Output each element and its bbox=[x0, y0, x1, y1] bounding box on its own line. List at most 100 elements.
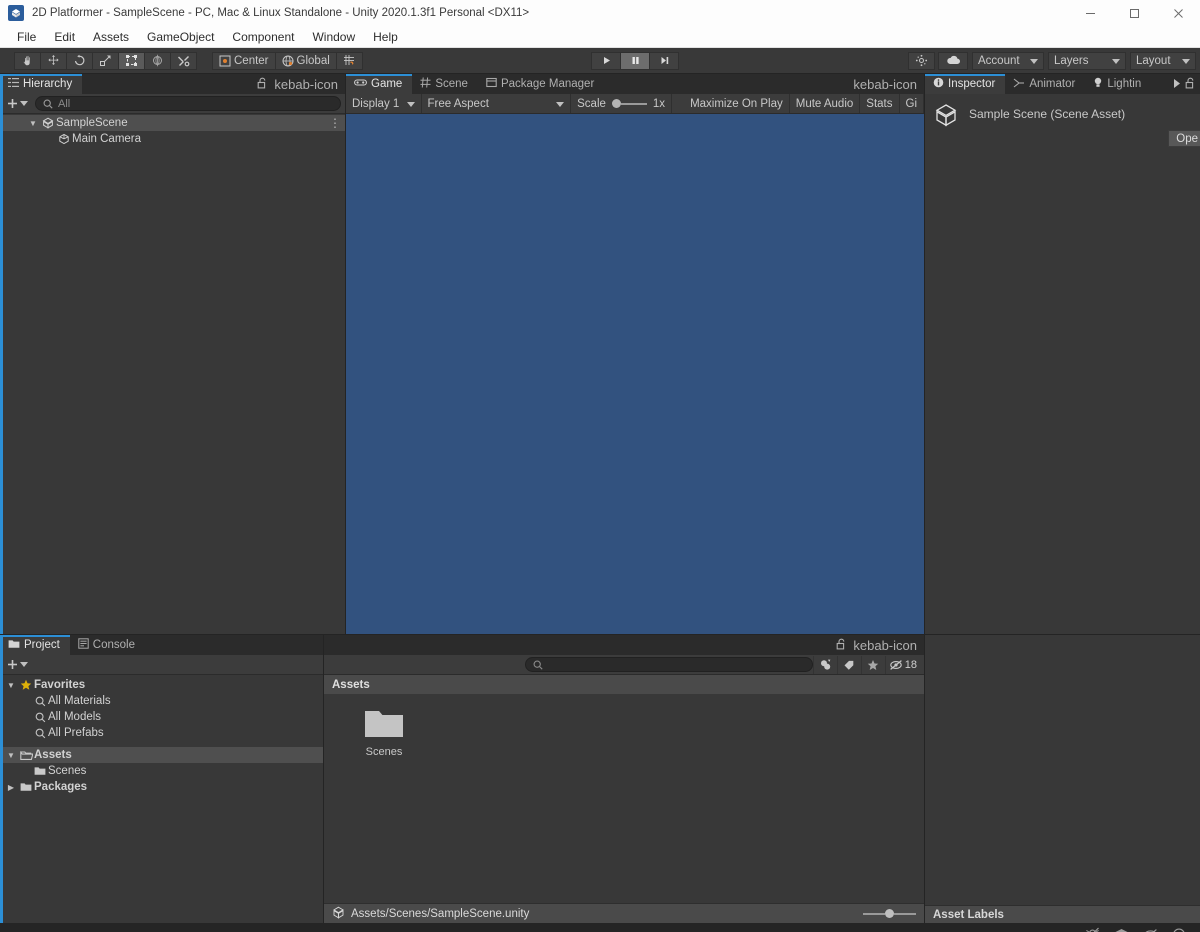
tab-scene[interactable]: Scene bbox=[412, 74, 478, 94]
asset-zoom-knob[interactable] bbox=[885, 909, 894, 918]
menu-window[interactable]: Window bbox=[303, 28, 364, 46]
maximize-icon[interactable] bbox=[1112, 0, 1156, 26]
tab-package-manager[interactable]: Package Manager bbox=[477, 74, 605, 94]
filter-by-label-icon[interactable] bbox=[836, 655, 861, 674]
account-label: Account bbox=[978, 54, 1020, 67]
menu-edit[interactable]: Edit bbox=[45, 28, 84, 46]
project-add-button[interactable] bbox=[4, 659, 31, 670]
hierarchy-row-samplescene[interactable]: ▼ SampleScene ⋮ bbox=[0, 115, 345, 131]
lock-open-icon[interactable] bbox=[257, 77, 268, 92]
asset-zoom-track[interactable] bbox=[863, 912, 885, 915]
hierarchy-row-menu-icon[interactable]: ⋮ bbox=[329, 116, 341, 130]
layout-dropdown[interactable]: Layout bbox=[1130, 51, 1196, 70]
scale-slider-knob[interactable] bbox=[611, 99, 621, 108]
expand-arrow-icon[interactable]: ▶ bbox=[4, 783, 18, 792]
game-menu-icon[interactable]: kebab-icon bbox=[853, 78, 917, 91]
hierarchy-search-input[interactable]: All bbox=[35, 96, 341, 111]
asset-zoom-slider[interactable] bbox=[863, 909, 916, 918]
step-button[interactable] bbox=[649, 51, 680, 70]
collab-gizmo-button[interactable] bbox=[908, 51, 935, 70]
aspect-dropdown[interactable]: Free Aspect bbox=[422, 94, 572, 113]
project-tree-row-favorites[interactable]: ▼ Favorites bbox=[0, 677, 323, 693]
expand-arrow-icon[interactable]: ▼ bbox=[4, 751, 18, 760]
project-tree-row-all-materials[interactable]: All Materials bbox=[0, 693, 323, 709]
menu-component[interactable]: Component bbox=[223, 28, 303, 46]
hierarchy-menu-icon[interactable]: kebab-icon bbox=[274, 78, 338, 91]
asset-labels-header[interactable]: Asset Labels bbox=[925, 905, 1200, 923]
play-button[interactable] bbox=[591, 51, 622, 70]
favorites-star-icon[interactable] bbox=[860, 655, 885, 674]
hierarchy-row-maincamera[interactable]: Main Camera bbox=[0, 131, 345, 147]
cloud-services-button[interactable] bbox=[938, 51, 968, 70]
lock-open-icon[interactable] bbox=[1185, 77, 1196, 92]
grid-snap-button[interactable] bbox=[335, 51, 363, 70]
space-mode-button[interactable]: Global bbox=[274, 51, 337, 70]
layers-icon[interactable] bbox=[1114, 928, 1129, 932]
project-menu-icon[interactable]: kebab-icon bbox=[853, 639, 917, 652]
hierarchy-row-label: SampleScene bbox=[56, 117, 128, 129]
assets-grid[interactable]: Scenes bbox=[324, 694, 924, 903]
scale-tool-button[interactable] bbox=[92, 51, 119, 70]
asset-tile-scenes[interactable]: Scenes bbox=[346, 708, 422, 758]
layers-dropdown[interactable]: Layers bbox=[1048, 51, 1126, 70]
hierarchy-add-button[interactable] bbox=[4, 98, 31, 109]
circle-icon[interactable] bbox=[1172, 928, 1186, 932]
tab-console[interactable]: Console bbox=[69, 635, 145, 655]
tab-package-manager-label: Package Manager bbox=[500, 78, 595, 90]
menu-assets[interactable]: Assets bbox=[84, 28, 138, 46]
debug-off-icon[interactable] bbox=[1085, 927, 1100, 932]
project-tree-row-all-models[interactable]: All Models bbox=[0, 709, 323, 725]
assets-content-header: Assets bbox=[324, 675, 924, 694]
transform-tool-button[interactable] bbox=[144, 51, 171, 70]
move-tool-button[interactable] bbox=[40, 51, 67, 70]
close-icon[interactable] bbox=[1156, 0, 1200, 26]
project-content-column: kebab-icon 18 Assets Scenes Assets/Scene… bbox=[324, 635, 924, 923]
tab-project[interactable]: Project bbox=[0, 635, 70, 655]
pivot-mode-button[interactable]: Center bbox=[212, 51, 276, 70]
maximize-on-play-toggle[interactable]: Maximize On Play bbox=[684, 94, 790, 113]
expand-arrow-icon[interactable]: ▼ bbox=[4, 681, 18, 690]
project-tree-row-packages[interactable]: ▶ Packages bbox=[0, 779, 323, 795]
project-search-input[interactable] bbox=[524, 657, 813, 672]
account-dropdown[interactable]: Account bbox=[972, 51, 1044, 70]
asset-labels-column: Asset Labels bbox=[925, 635, 1200, 923]
menu-help[interactable]: Help bbox=[364, 28, 407, 46]
console-icon bbox=[78, 638, 89, 652]
mute-audio-toggle[interactable]: Mute Audio bbox=[790, 94, 861, 113]
gizmos-label: Gi bbox=[905, 97, 918, 110]
lock-open-icon[interactable] bbox=[836, 638, 847, 653]
tab-animator[interactable]: Animator bbox=[1005, 74, 1086, 94]
rect-tool-button[interactable] bbox=[118, 51, 145, 70]
scale-slider[interactable] bbox=[611, 99, 647, 108]
custom-tool-button[interactable] bbox=[170, 51, 197, 70]
tab-console-label: Console bbox=[92, 639, 135, 651]
minimize-icon[interactable] bbox=[1068, 0, 1112, 26]
rotate-tool-button[interactable] bbox=[66, 51, 93, 70]
tab-game[interactable]: Game bbox=[346, 74, 413, 94]
expand-arrow-icon[interactable]: ▼ bbox=[26, 119, 40, 128]
open-scene-button[interactable]: Ope bbox=[1168, 130, 1200, 147]
scale-slider-track[interactable] bbox=[620, 102, 647, 105]
menu-file[interactable]: File bbox=[8, 28, 45, 46]
hidden-assets-badge[interactable]: 18 bbox=[884, 655, 922, 674]
tab-inspector[interactable]: Inspector bbox=[925, 74, 1006, 94]
menu-gameobject[interactable]: GameObject bbox=[138, 28, 223, 46]
eye-off-icon[interactable] bbox=[1143, 928, 1158, 932]
hand-tool-button[interactable] bbox=[14, 51, 41, 70]
project-tree-row-assets[interactable]: ▼ Assets bbox=[0, 747, 323, 763]
gizmos-dropdown[interactable]: Gi bbox=[900, 94, 924, 113]
scale-slider-group[interactable]: Scale 1x bbox=[571, 94, 673, 113]
game-view-canvas[interactable] bbox=[346, 114, 924, 634]
inspector-tab-actions bbox=[1170, 74, 1200, 94]
pause-button[interactable] bbox=[620, 51, 651, 70]
chevron-right-icon[interactable] bbox=[1174, 77, 1180, 91]
project-tree-row-all-prefabs[interactable]: All Prefabs bbox=[0, 725, 323, 741]
project-tree-row-scenes[interactable]: Scenes bbox=[0, 763, 323, 779]
tab-hierarchy[interactable]: Hierarchy bbox=[0, 74, 83, 94]
filter-by-type-icon[interactable] bbox=[812, 655, 837, 674]
tab-lighting[interactable]: Lightin bbox=[1085, 74, 1144, 94]
pivot-center-icon bbox=[219, 55, 231, 66]
asset-zoom-track-right[interactable] bbox=[894, 912, 916, 915]
stats-toggle[interactable]: Stats bbox=[860, 94, 900, 113]
display-dropdown[interactable]: Display 1 bbox=[346, 94, 422, 113]
